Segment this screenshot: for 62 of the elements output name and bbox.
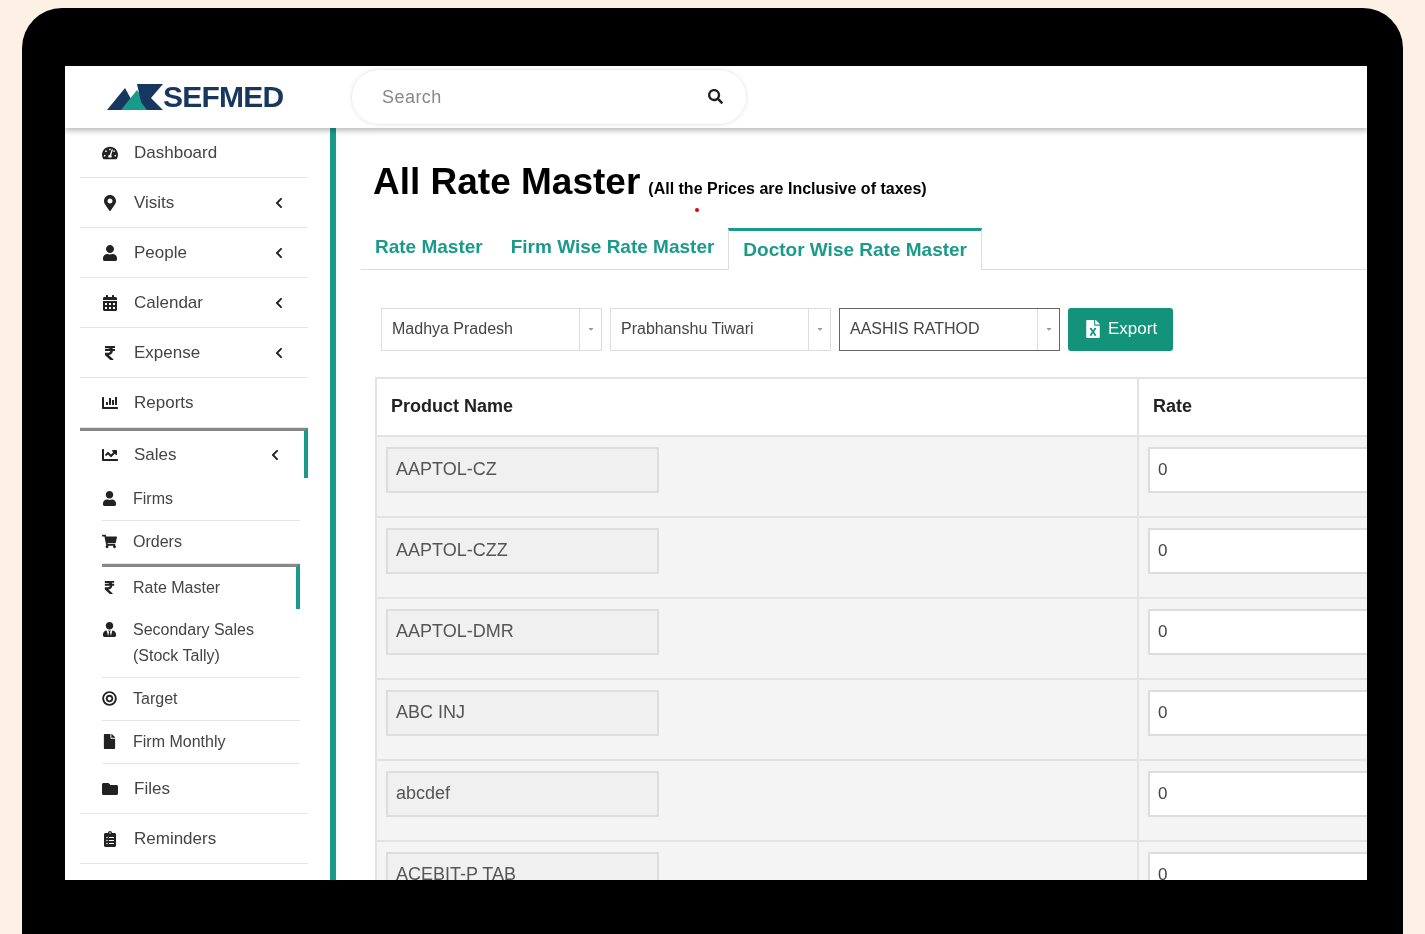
rate-field[interactable]: 0 [1148,527,1367,574]
search-icon [708,89,723,104]
rate-field[interactable]: 0 [1148,446,1367,493]
export-button[interactable]: Export [1068,307,1174,351]
person-icon [102,491,117,506]
product-name-field[interactable]: ACEBIT-P TAB [386,851,659,880]
product-name-field[interactable]: ABC INJ [386,689,659,736]
chart-icon [102,446,118,463]
rate-field[interactable]: 0 [1148,770,1367,817]
column-header: Product Name [377,378,1139,435]
rupee-icon [102,344,118,361]
chevron-icon [274,346,284,359]
product-name-field[interactable]: AAPTOL-CZ [386,446,659,493]
chevron-icon [270,448,280,461]
dashboard-icon [102,144,118,161]
sidebar-subitem[interactable]: Secondary Sales (Stock Tally) [102,609,300,678]
page-subtitle: (All the Prices are Inclusive of taxes) [648,179,927,199]
spreadsheet-icon [1084,320,1102,338]
sidebar-item[interactable]: Expense [80,328,308,378]
sidebar-subitem[interactable]: Target [102,678,300,721]
dropdown-field[interactable]: Madhya Pradesh [381,307,602,351]
product-name-field[interactable]: AAPTOL-CZZ [386,527,659,574]
search-field[interactable]: Search [351,69,747,125]
cart-icon [102,534,117,549]
folder-icon [102,780,118,797]
sidebar-item[interactable]: Calendar [80,278,308,328]
sidebar-item[interactable]: Dashboard [80,128,308,178]
bar-chart-icon [102,394,118,411]
sidebar-item[interactable]: Reminders [80,814,308,864]
column-header: Rate [1152,395,1193,418]
product-name-field[interactable]: AAPTOL-DMR [386,608,659,655]
sidebar-subitem[interactable]: Firms [102,478,300,521]
rate-field[interactable]: 0 [1148,851,1367,880]
sidebar-item[interactable]: Files [80,764,308,814]
caret-icon [1044,325,1053,333]
chevron-icon [274,196,284,209]
rate-field[interactable]: 0 [1148,608,1367,655]
person-icon [102,622,117,637]
dropdown-field[interactable]: AASHIS RATHOD [839,307,1060,351]
sidebar-item[interactable]: Sales [80,428,308,478]
person-icon [102,244,118,261]
sidebar-subitem[interactable]: Firm Monthly [102,721,300,764]
caret-icon [586,325,595,333]
dropdown-field[interactable]: Prabhanshu Tiwari [610,307,831,351]
page-title: All Rate Master [373,160,641,204]
logo-text: SEFMED [163,82,284,112]
rupee-icon [102,580,117,595]
clipboard-icon [102,830,118,847]
calendar-icon [102,294,118,311]
caret-icon [815,325,824,333]
product-name-field[interactable]: abcdef [386,770,659,817]
file-icon [102,734,117,749]
sidebar-subitem[interactable]: Orders [102,521,300,564]
sidebar-item[interactable]: Visits [80,178,308,228]
rate-field[interactable]: 0 [1148,689,1367,736]
map-pin-icon [102,194,118,211]
target-icon [102,691,117,706]
chevron-icon [274,296,284,309]
chevron-icon [274,246,284,259]
sidebar-item[interactable]: People [80,228,308,278]
logo-mark-icon [107,82,163,112]
sidebar-subitem[interactable]: Rate Master [102,564,300,609]
